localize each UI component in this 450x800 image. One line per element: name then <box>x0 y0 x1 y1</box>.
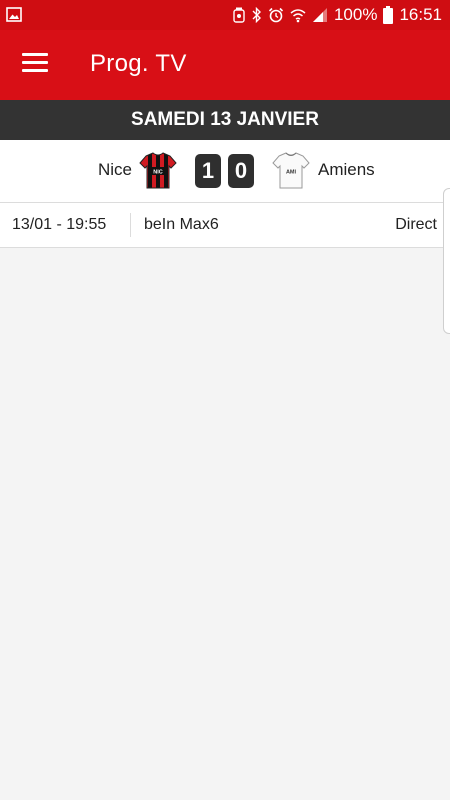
edge-panel-handle[interactable] <box>443 188 450 334</box>
away-jersey-icon: AMI <box>272 152 310 189</box>
alarm-clock-icon <box>233 7 245 23</box>
signal-icon <box>312 8 327 22</box>
battery-percentage: 100% <box>333 5 378 24</box>
home-team-name: Nice <box>97 160 132 179</box>
wifi-icon <box>290 9 306 23</box>
divider <box>130 213 131 237</box>
home-jersey-icon: NIC <box>139 152 177 189</box>
battery-icon <box>383 6 394 24</box>
broadcast-channel: beIn Max6 <box>144 216 219 233</box>
match-row[interactable]: Nice NIC 1 0 AMI Amiens <box>0 140 450 203</box>
alarm-icon <box>268 7 284 23</box>
app-bar: Prog. TV <box>0 30 450 100</box>
hamburger-menu-icon[interactable] <box>22 53 48 77</box>
away-score: 0 <box>228 154 254 188</box>
bluetooth-icon <box>252 7 261 23</box>
home-jersey-text: NIC <box>153 170 163 176</box>
broadcast-row[interactable]: 13/01 - 19:55 beIn Max6 Direct <box>0 203 450 248</box>
away-team-name: Amiens <box>318 160 375 179</box>
broadcast-type: Direct <box>395 216 437 233</box>
date-header: SAMEDI 13 JANVIER <box>0 100 450 140</box>
broadcast-datetime: 13/01 - 19:55 <box>12 216 107 233</box>
gallery-icon <box>6 7 22 22</box>
away-jersey-text: AMI <box>286 170 297 176</box>
clock: 16:51 <box>399 5 442 24</box>
page-title: Prog. TV <box>90 50 187 77</box>
home-score: 1 <box>195 154 221 188</box>
status-bar: 100% 16:51 <box>0 0 450 30</box>
